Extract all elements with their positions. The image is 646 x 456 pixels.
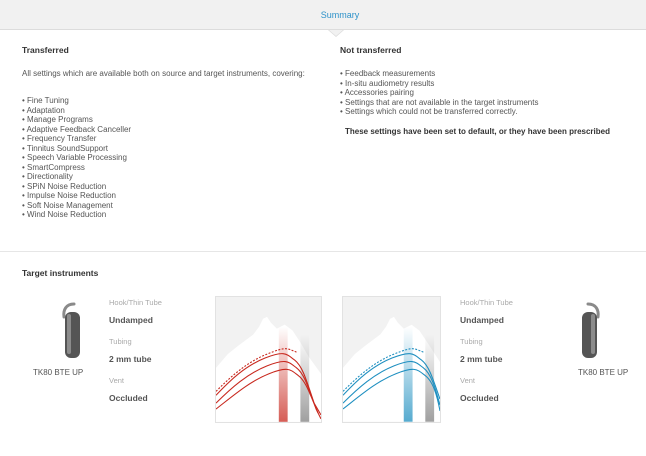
right-hook-label: Hook/Thin Tube <box>460 298 513 307</box>
list-item: Settings which could not be transferred … <box>340 107 630 117</box>
right-tubing-label: Tubing <box>460 337 483 346</box>
right-tubing-value: 2 mm tube <box>460 354 503 364</box>
hearing-aid-right-icon <box>582 302 600 358</box>
left-hook-label: Hook/Thin Tube <box>109 298 162 307</box>
left-device-name: TK80 BTE UP <box>33 368 84 377</box>
transferred-list: Fine TuningAdaptationManage ProgramsAdap… <box>22 96 322 220</box>
list-item: Feedback measurements <box>340 69 630 79</box>
right-device-name: TK80 BTE UP <box>578 368 629 377</box>
list-item: In-situ audiometry results <box>340 79 630 89</box>
right-response-graph <box>342 296 441 423</box>
left-tubing-label: Tubing <box>109 337 132 346</box>
list-item: Wind Noise Reduction <box>22 210 322 220</box>
hearing-aid-left-icon <box>62 302 80 358</box>
list-item: Speech Variable Processing <box>22 153 322 163</box>
not-transferred-list: Feedback measurementsIn-situ audiometry … <box>340 69 630 117</box>
not-transferred-title: Not transferred <box>340 45 402 55</box>
list-item: Frequency Transfer <box>22 134 322 144</box>
right-vent-value: Occluded <box>460 393 499 403</box>
left-vent-label: Vent <box>109 376 125 385</box>
list-item: Fine Tuning <box>22 96 322 106</box>
list-item: Impulse Noise Reduction <box>22 191 322 201</box>
list-item: Soft Noise Management <box>22 201 322 211</box>
list-item: Accessories pairing <box>340 88 630 98</box>
list-item: SPiN Noise Reduction <box>22 182 322 192</box>
tab-notch <box>329 30 343 36</box>
left-response-graph <box>215 296 322 423</box>
right-vent-label: Vent <box>460 376 476 385</box>
left-vent-value: Occluded <box>109 393 148 403</box>
list-item: SmartCompress <box>22 163 322 173</box>
transferred-list-viewport[interactable]: Fine TuningAdaptationManage ProgramsAdap… <box>22 96 322 240</box>
transferred-title: Transferred <box>22 45 69 55</box>
list-item: Tinnitus SoundSupport <box>22 144 322 154</box>
target-instruments-title: Target instruments <box>22 268 99 278</box>
right-hook-value: Undamped <box>460 315 504 325</box>
list-item: Settings that are not available in the t… <box>340 98 630 108</box>
not-transferred-note: These settings have been set to default,… <box>345 127 610 136</box>
list-item: Manage Programs <box>22 115 322 125</box>
tab-summary[interactable]: Summary <box>300 0 380 30</box>
section-divider <box>0 251 646 252</box>
left-tubing-value: 2 mm tube <box>109 354 152 364</box>
left-hook-value: Undamped <box>109 315 153 325</box>
list-item: Directionality <box>22 172 322 182</box>
list-item: Adaptive Feedback Canceller <box>22 125 322 135</box>
transferred-intro: All settings which are available both on… <box>22 69 305 78</box>
list-item: Adaptation <box>22 106 322 116</box>
